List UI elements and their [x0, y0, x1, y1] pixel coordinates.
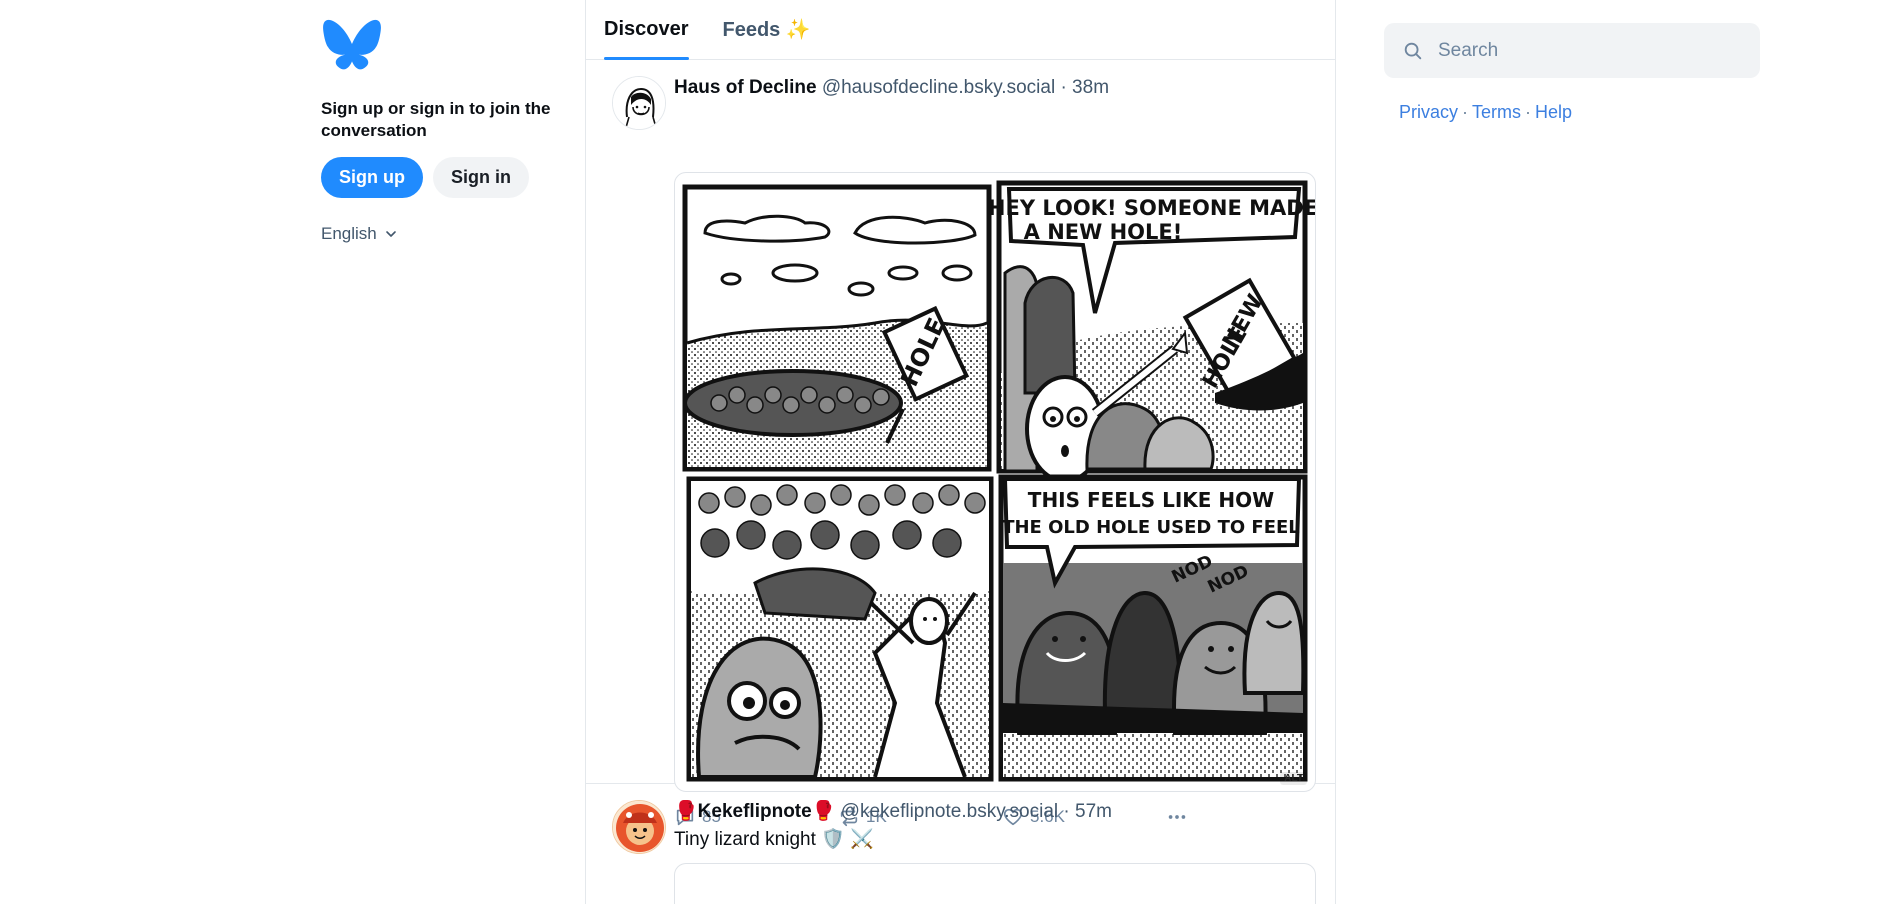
avatar-drawing — [613, 77, 665, 129]
post-time[interactable]: · 57m — [1063, 801, 1112, 822]
author-name[interactable]: Haus of Decline — [674, 77, 817, 98]
post-text: Tiny lizard knight 🛡️ ⚔️ — [674, 829, 874, 850]
post-header: Haus of Decline @hausofdecline.bsky.soci… — [674, 76, 1317, 100]
tab-discover[interactable]: Discover — [604, 0, 689, 60]
language-select[interactable]: English — [321, 224, 571, 244]
comic-bubble-text: THE OLD HOLE USED TO FEEL — [1002, 517, 1300, 538]
link-separator: · — [1525, 102, 1532, 122]
chevron-down-icon — [385, 231, 396, 237]
comic-bubble-text: THIS FEELS LIKE HOW — [1028, 488, 1274, 512]
post-image-preview[interactable] — [674, 863, 1316, 904]
feed-post[interactable]: 🥊Kekeflipnote🥊 @kekeflipnote.bsky.social… — [586, 784, 1335, 904]
avatar-drawing — [613, 801, 665, 853]
privacy-link[interactable]: Privacy — [1399, 102, 1458, 122]
language-label: English — [321, 224, 377, 243]
search-input[interactable] — [1438, 39, 1738, 62]
link-separator: · — [1462, 102, 1469, 122]
comic-bubble-text: HEY LOOK! SOMEONE MADE — [988, 196, 1316, 220]
author-handle[interactable]: @hausofdecline.bsky.social — [822, 77, 1055, 98]
search-box[interactable] — [1384, 23, 1760, 78]
right-sidebar: Privacy·Terms·Help — [1384, 23, 1760, 123]
post-time[interactable]: · 38m — [1060, 77, 1109, 98]
left-sidebar: Sign up or sign in to join the conversat… — [321, 18, 571, 244]
help-link[interactable]: Help — [1535, 102, 1572, 122]
emoji-prefix: 🥊 — [674, 801, 698, 822]
signin-prompt: Sign up or sign in to join the conversat… — [321, 99, 551, 140]
comic-panel-2: HEY LOOK! SOMEONE MADE A NEW HOLE! NEW H… — [988, 180, 1316, 483]
comic-panel-3 — [686, 476, 994, 782]
emoji-suffix: 🥊 — [811, 801, 836, 822]
footer-links: Privacy · Terms · Help — [1384, 102, 1760, 123]
auth-buttons: Sign up Sign in — [321, 157, 571, 198]
post-image[interactable]: HOLE HEY LOOK! SOMEONE MADE A NEW HOLE! — [674, 172, 1316, 792]
tab-feeds[interactable]: Feeds ✨ — [723, 0, 811, 60]
butterfly-logo-icon[interactable] — [321, 18, 383, 72]
search-icon — [1404, 42, 1422, 59]
comic-panel-1: HOLE — [682, 184, 992, 472]
comic-bubble-text: A NEW HOLE! — [1024, 220, 1183, 244]
author-name[interactable]: 🥊Kekeflipnote🥊 — [674, 801, 835, 822]
sign-in-button[interactable]: Sign in — [433, 157, 529, 198]
comic-panel-4: THIS FEELS LIKE HOW THE OLD HOLE USED TO… — [998, 474, 1308, 782]
main-feed: Discover Feeds ✨ Haus of Decline @hausof… — [585, 0, 1336, 904]
avatar[interactable] — [612, 800, 666, 854]
feed-post[interactable]: Haus of Decline @hausofdecline.bsky.soci… — [586, 60, 1335, 827]
post-header: 🥊Kekeflipnote🥊 @kekeflipnote.bsky.social… — [674, 800, 1317, 824]
sign-up-button[interactable]: Sign up — [321, 157, 423, 198]
author-name-text: Kekeflipnote — [697, 801, 812, 822]
feed-tabs: Discover Feeds ✨ — [586, 0, 1335, 60]
comic-strip: HOLE HEY LOOK! SOMEONE MADE A NEW HOLE! — [682, 180, 1316, 782]
terms-link[interactable]: Terms — [1472, 102, 1521, 122]
avatar[interactable] — [612, 76, 666, 130]
author-handle[interactable]: @kekeflipnote.bsky.social — [841, 801, 1058, 822]
